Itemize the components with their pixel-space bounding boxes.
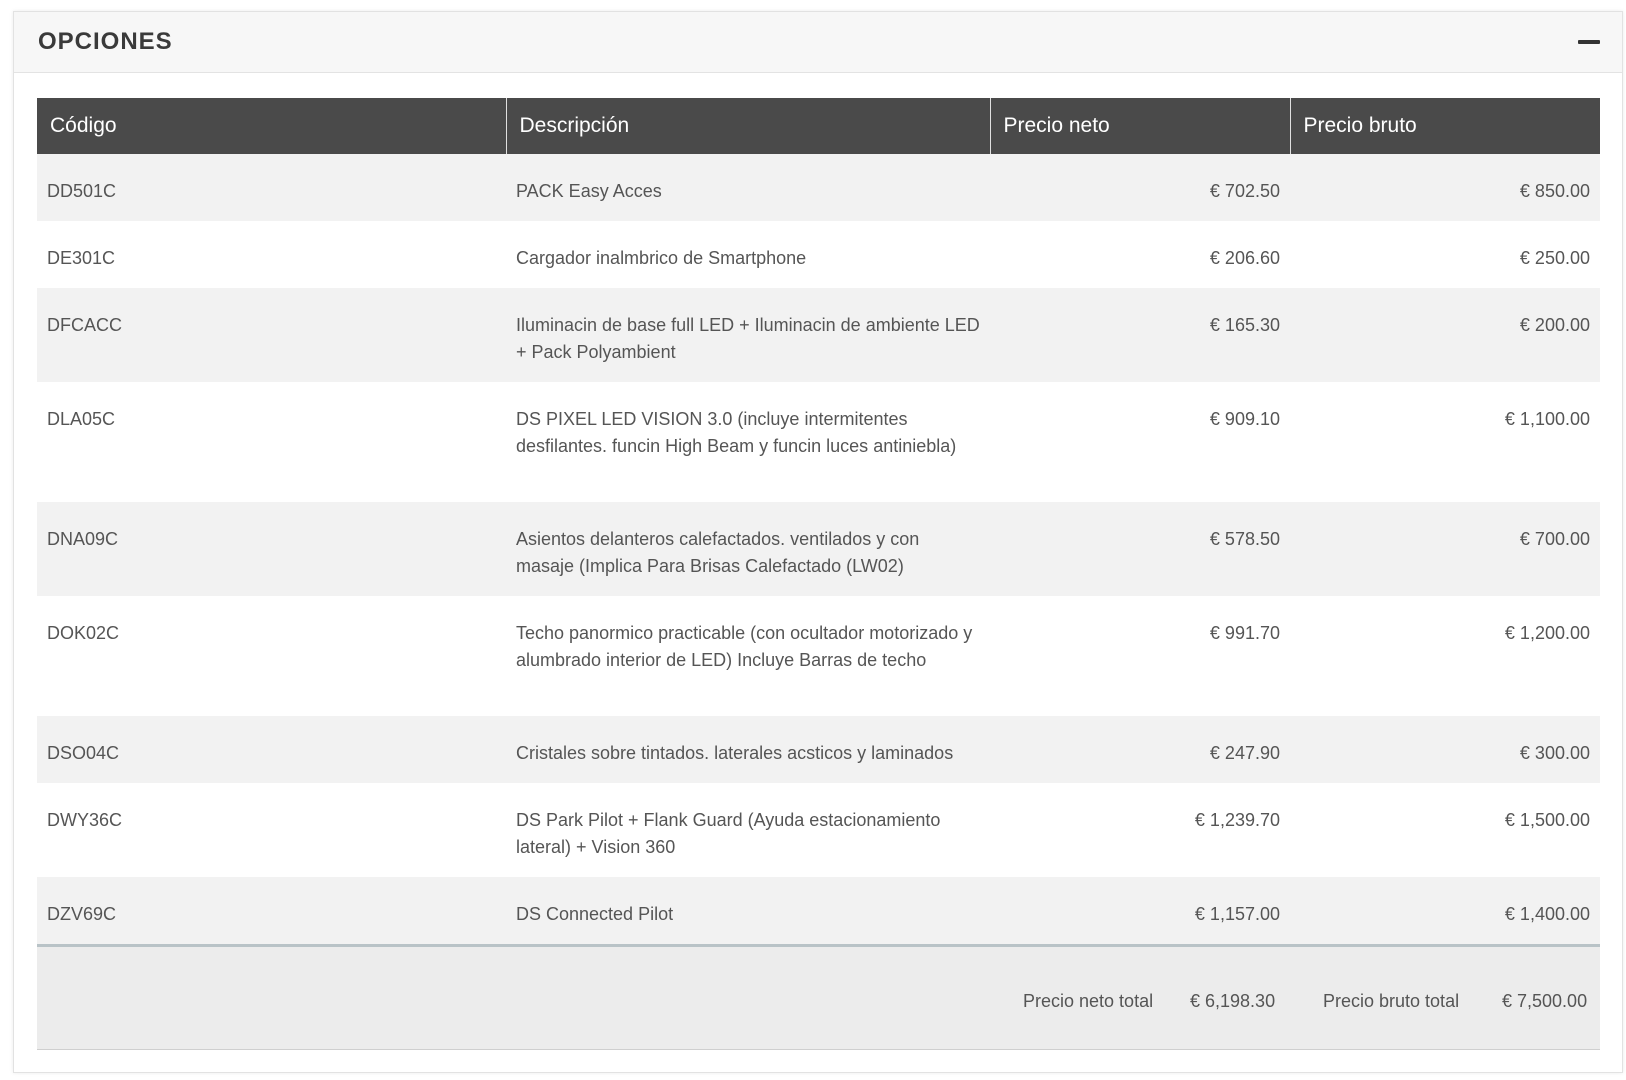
cell-gross-price: € 1,100.00 <box>1290 382 1600 502</box>
cell-code: DFCACC <box>37 288 506 382</box>
cell-net-price: € 702.50 <box>990 154 1290 221</box>
options-table-wrapper: Código Descripción Precio neto Precio br… <box>37 98 1600 1050</box>
cell-description: Cargador inalmbrico de Smartphone <box>506 221 990 288</box>
gross-total-label: Precio bruto total <box>1323 991 1460 1011</box>
cell-net-price: € 165.30 <box>990 288 1290 382</box>
table-row: DD501C PACK Easy Acces € 702.50 € 850.00 <box>37 154 1600 221</box>
net-total-label: Precio neto total <box>1023 991 1154 1011</box>
cell-gross-price: € 300.00 <box>1290 716 1600 783</box>
cell-net-price: € 1,239.70 <box>990 783 1290 877</box>
cell-description: PACK Easy Acces <box>506 154 990 221</box>
cell-gross-price: € 1,500.00 <box>1290 783 1600 877</box>
table-row: DOK02C Techo panormico practicable (con … <box>37 596 1600 716</box>
cell-gross-price: € 850.00 <box>1290 154 1600 221</box>
panel-title: OPCIONES <box>38 28 173 55</box>
cell-code: DNA09C <box>37 502 506 596</box>
cell-gross-price: € 1,200.00 <box>1290 596 1600 716</box>
cell-net-price: € 578.50 <box>990 502 1290 596</box>
header-gross-price: Precio bruto <box>1290 98 1600 154</box>
cell-gross-price: € 700.00 <box>1290 502 1600 596</box>
cell-net-price: € 991.70 <box>990 596 1290 716</box>
options-table: Código Descripción Precio neto Precio br… <box>37 98 1600 944</box>
cell-description: Asientos delanteros calefactados. ventil… <box>506 502 990 596</box>
cell-code: DE301C <box>37 221 506 288</box>
cell-gross-price: € 1,400.00 <box>1290 877 1600 944</box>
cell-description: Techo panormico practicable (con ocultad… <box>506 596 990 716</box>
header-description: Descripción <box>506 98 991 154</box>
table-row: DE301C Cargador inalmbrico de Smartphone… <box>37 221 1600 288</box>
collapse-button[interactable] <box>1572 27 1606 57</box>
table-row: DLA05C DS PIXEL LED VISION 3.0 (incluye … <box>37 382 1600 502</box>
gross-total-value: € 7,500.00 <box>1502 991 1588 1011</box>
net-total-value: € 6,198.30 <box>1190 991 1276 1011</box>
table-row: DWY36C DS Park Pilot + Flank Guard (Ayud… <box>37 783 1600 877</box>
table-header-row: Código Descripción Precio neto Precio br… <box>37 98 1600 154</box>
header-net-price: Precio neto <box>990 98 1291 154</box>
table-row: DZV69C DS Connected Pilot € 1,157.00 € 1… <box>37 877 1600 944</box>
cell-description: DS Park Pilot + Flank Guard (Ayuda estac… <box>506 783 990 877</box>
cell-gross-price: € 200.00 <box>1290 288 1600 382</box>
cell-code: DLA05C <box>37 382 506 502</box>
cell-gross-price: € 250.00 <box>1290 221 1600 288</box>
cell-description: Cristales sobre tintados. laterales acst… <box>506 716 990 783</box>
cell-net-price: € 206.60 <box>990 221 1290 288</box>
cell-code: DOK02C <box>37 596 506 716</box>
cell-net-price: € 247.90 <box>990 716 1290 783</box>
cell-code: DZV69C <box>37 877 506 944</box>
cell-code: DD501C <box>37 154 506 221</box>
cell-description: DS Connected Pilot <box>506 877 990 944</box>
minus-icon <box>1578 40 1600 44</box>
options-panel: OPCIONES Código Descripción Precio neto … <box>13 11 1623 1073</box>
cell-description: DS PIXEL LED VISION 3.0 (incluye intermi… <box>506 382 990 502</box>
table-row: DNA09C Asientos delanteros calefactados.… <box>37 502 1600 596</box>
cell-net-price: € 1,157.00 <box>990 877 1290 944</box>
header-code: Código <box>37 98 507 154</box>
table-row: DSO04C Cristales sobre tintados. lateral… <box>37 716 1600 783</box>
cell-code: DWY36C <box>37 783 506 877</box>
panel-header: OPCIONES <box>14 12 1622 73</box>
cell-net-price: € 909.10 <box>990 382 1290 502</box>
totals-row: Precio neto total € 6,198.30 Precio brut… <box>37 944 1600 1050</box>
table-row: DFCACC Iluminacin de base full LED + Ilu… <box>37 288 1600 382</box>
cell-code: DSO04C <box>37 716 506 783</box>
cell-description: Iluminacin de base full LED + Iluminacin… <box>506 288 990 382</box>
